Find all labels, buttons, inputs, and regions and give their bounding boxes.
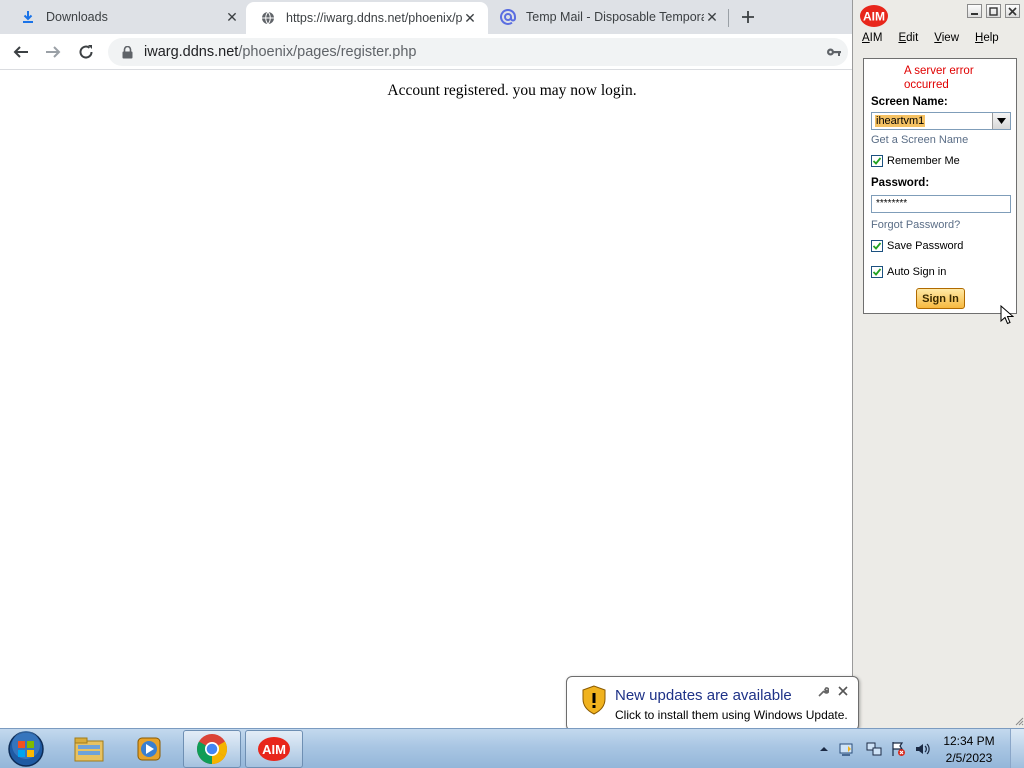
taskbar-media-player-button[interactable] [121,730,179,768]
key-icon[interactable] [826,44,842,60]
plus-icon [742,11,754,23]
volume-icon[interactable] [914,741,930,757]
screen-name-label: Screen Name: [871,96,948,108]
notification-title: New updates are available [615,687,792,704]
forward-button[interactable] [41,40,65,64]
menu-help[interactable]: Help [966,30,1006,48]
maximize-button[interactable] [986,4,1001,18]
tab-close-icon[interactable]: ✕ [462,10,478,26]
shield-warning-icon [582,685,606,715]
clock-time[interactable]: 12:34 PM [936,734,1002,748]
tab-separator [728,9,729,27]
auto-sign-in-label: Auto Sign in [887,266,947,278]
auto-sign-in-checkbox[interactable] [871,266,883,278]
chevron-down-icon [997,118,1006,124]
remember-me-checkbox[interactable] [871,155,883,167]
web-page-content: Account registered. you may now login. [0,71,852,728]
taskbar-chrome-button[interactable] [183,730,241,768]
tab-downloads[interactable]: Downloads ✕ [0,0,250,34]
checkmark-icon [872,242,882,250]
taskbar-aim-button[interactable]: AIM [245,730,303,768]
checkmark-icon [872,268,882,276]
close-icon [1008,6,1017,16]
screen-name-value[interactable]: iheartvm1 [875,115,926,127]
aim-icon: AIM [258,737,290,761]
at-sign-icon [500,9,516,25]
forgot-password-link[interactable]: Forgot Password? [871,219,960,231]
tab-title: Temp Mail - Disposable Tempora [526,10,704,24]
back-button[interactable] [9,40,33,64]
aim-sign-on-window: AIM AIM Edit View Help A server error oc… [852,0,1024,728]
windows-taskbar: AIM 12:34 PM 2/5/2023 [0,728,1024,768]
close-icon[interactable] [837,685,849,697]
show-hidden-icons-icon[interactable] [816,741,832,757]
network-icon[interactable] [866,741,882,757]
password-label: Password: [871,177,930,189]
tab-temp-mail[interactable]: Temp Mail - Disposable Tempora ✕ [480,0,730,34]
show-desktop-button[interactable] [1010,729,1024,768]
save-password-checkbox[interactable] [871,240,883,252]
action-center-icon[interactable] [890,741,906,757]
tab-register-page[interactable]: https://iwarg.ddns.net/phoenix/p ✕ [246,2,488,34]
start-button[interactable] [6,730,46,768]
minimize-icon [971,12,978,15]
reload-button[interactable] [74,40,98,64]
url-text[interactable]: iwarg.ddns.net/phoenix/pages/register.ph… [144,44,416,60]
close-window-button[interactable] [1005,4,1020,18]
password-input[interactable]: ******** [871,195,1011,213]
new-tab-button[interactable] [737,6,759,28]
get-screen-name-link[interactable]: Get a Screen Name [871,134,968,146]
browser-toolbar: iwarg.ddns.net/phoenix/pages/register.ph… [0,34,852,70]
media-player-icon [137,737,161,761]
tab-title: Downloads [46,10,108,24]
chrome-browser-window: Downloads ✕ https://iwarg.ddns.net/phoen… [0,0,852,728]
address-bar[interactable]: iwarg.ddns.net/phoenix/pages/register.ph… [108,38,848,66]
screen-name-combobox[interactable]: iheartvm1 [871,112,1011,130]
svg-text:AIM: AIM [262,742,286,757]
clock-date[interactable]: 2/5/2023 [936,751,1002,765]
arrow-left-icon [13,46,28,58]
download-icon [20,9,36,25]
tab-close-icon[interactable]: ✕ [704,9,720,25]
checkmark-icon [872,157,882,165]
maximize-icon [989,6,998,16]
arrow-right-icon [46,46,61,58]
save-password-label: Save Password [887,240,964,252]
menu-aim[interactable]: AIM [853,30,889,48]
server-error-message: A server error occurred [904,65,974,91]
tab-title: https://iwarg.ddns.net/phoenix/p [286,11,462,25]
aim-title-bar[interactable]: AIM [853,0,1024,30]
globe-icon [260,10,276,26]
dropdown-arrow-button[interactable] [992,113,1010,129]
reload-icon [79,45,93,59]
remember-me-row[interactable]: Remember Me [871,155,960,167]
tab-close-icon[interactable]: ✕ [224,9,240,25]
aim-logo-icon: AIM [860,5,888,27]
aim-menu-bar: AIM Edit View Help [853,30,1024,48]
svg-text:AIM: AIM [863,10,885,24]
lock-icon[interactable] [120,45,134,59]
url-host: iwarg.ddns.net [144,44,239,60]
notification-text: Click to install them using Windows Upda… [615,708,848,722]
windows-update-tray-icon[interactable] [838,741,854,757]
auto-sign-in-row[interactable]: Auto Sign in [871,266,946,278]
sign-on-panel: A server error occurred Screen Name: ihe… [863,58,1017,314]
save-password-row[interactable]: Save Password [871,240,963,252]
remember-me-label: Remember Me [887,155,960,167]
menu-view[interactable]: View [925,30,966,48]
chrome-icon [196,734,228,764]
url-path: /phoenix/pages/register.php [238,44,417,60]
sign-in-button[interactable]: Sign In [916,288,965,309]
resize-grip-icon[interactable] [1014,716,1024,726]
tab-strip: Downloads ✕ https://iwarg.ddns.net/phoen… [0,0,852,34]
windows-update-notification[interactable]: New updates are available Click to insta… [566,676,859,731]
minimize-button[interactable] [967,4,982,18]
wrench-icon[interactable] [817,686,829,698]
windows-explorer-icon [74,737,104,762]
mouse-cursor-icon [1000,305,1014,325]
taskbar-explorer-button[interactable] [60,730,118,768]
menu-edit[interactable]: Edit [889,30,925,48]
